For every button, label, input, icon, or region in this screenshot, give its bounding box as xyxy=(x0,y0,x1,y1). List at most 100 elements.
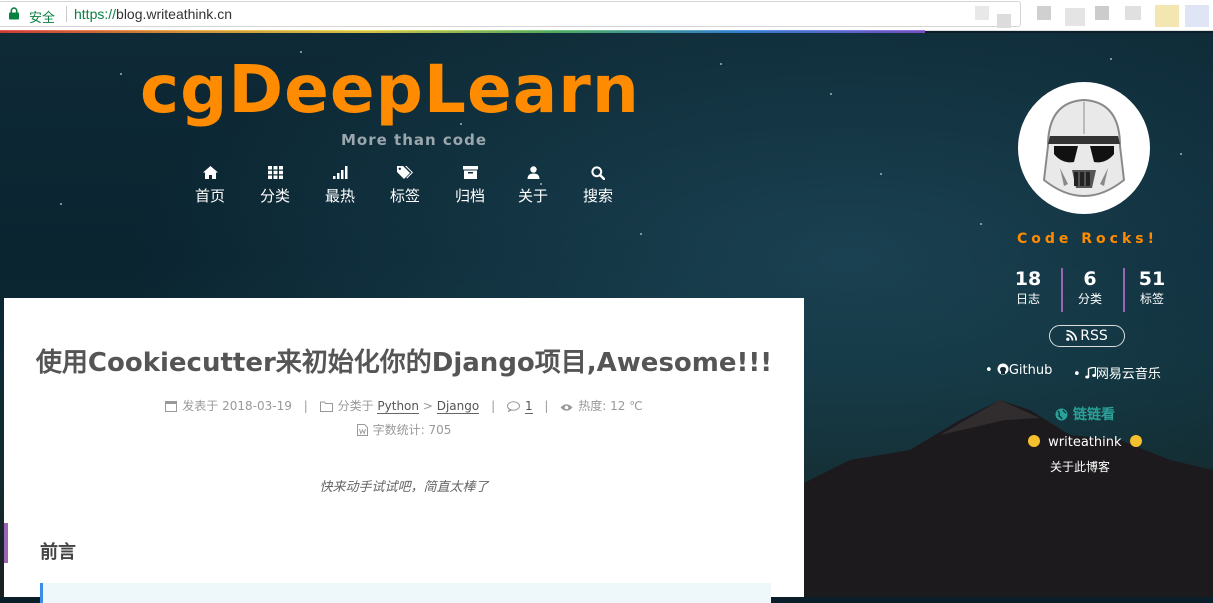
category-label: 分类于 xyxy=(337,399,374,413)
home-icon xyxy=(202,166,218,179)
category-arrow: > xyxy=(422,399,433,413)
wordcount-value: 705 xyxy=(428,423,452,437)
extension-icon[interactable] xyxy=(1037,6,1051,20)
extension-icons xyxy=(975,2,1213,28)
file-word-icon xyxy=(356,424,368,436)
stat-categories[interactable]: 6 分类 xyxy=(1062,268,1118,308)
folder-icon xyxy=(319,401,333,412)
comment-count-link[interactable]: 1 xyxy=(524,399,533,414)
url-text[interactable]: https://blog.writeathink.cn xyxy=(74,6,232,22)
nav-label: 关于 xyxy=(517,187,548,205)
nav-label: 首页 xyxy=(194,187,225,205)
th-icon xyxy=(267,166,283,179)
avatar[interactable] xyxy=(1018,82,1150,214)
site-subtitle: More than code xyxy=(341,131,488,149)
nav-label: 归档 xyxy=(454,187,485,205)
stat-label: 分类 xyxy=(1077,292,1102,306)
nav-item-archive[interactable]: 归档 xyxy=(445,166,495,206)
nav-item-home[interactable]: 首页 xyxy=(185,166,235,206)
rss-icon xyxy=(1066,329,1078,341)
post-wordcount: 字数统计: 705 xyxy=(4,421,804,438)
rss-label: RSS xyxy=(1080,328,1108,344)
github-icon xyxy=(997,363,1009,375)
search-icon xyxy=(591,166,605,180)
music-icon xyxy=(1085,366,1097,379)
stormtrooper-avatar-image xyxy=(1020,84,1148,212)
secure-label: 安全 xyxy=(29,10,56,25)
nav-item-tags[interactable]: 标签 xyxy=(380,166,430,206)
stat-label: 日志 xyxy=(1015,292,1040,306)
nav-item-categories[interactable]: 分类 xyxy=(250,166,300,206)
blogroll-link-writeathink[interactable]: writeathink xyxy=(1028,435,1142,450)
rss-button[interactable]: RSS xyxy=(1049,325,1125,347)
comment-icon xyxy=(506,401,520,412)
category-link-python[interactable]: Python xyxy=(377,399,420,414)
posted-label: 发表于 xyxy=(182,399,219,413)
stat-label: 标签 xyxy=(1139,292,1164,306)
post-title[interactable]: 使用Cookiecutter来初始化你的Django项目,Awesome!!! xyxy=(4,342,804,379)
posted-date: 2018-03-19 xyxy=(222,399,292,413)
sidebar-slogan: Code Rocks! xyxy=(1016,231,1158,247)
extension-icon[interactable] xyxy=(975,6,989,20)
link-github[interactable]: • Github xyxy=(985,363,1052,378)
browser-address-bar: 安全 https://blog.writeathink.cn xyxy=(0,0,1213,31)
site-stats: 18 日志 6 分类 51 标签 xyxy=(1000,268,1183,312)
extension-icon[interactable] xyxy=(1095,6,1109,20)
nav-item-about[interactable]: 关于 xyxy=(508,166,558,206)
note-box xyxy=(40,583,771,603)
post-meta: 发表于 2018-03-19 | 分类于 Python > Django | 1… xyxy=(4,397,804,414)
nav-item-popular[interactable]: 最热 xyxy=(315,166,365,206)
archive-icon xyxy=(462,166,478,179)
extension-icon[interactable] xyxy=(997,14,1011,28)
blogroll-title: 链链看 xyxy=(1073,407,1115,423)
meta-divider: | xyxy=(491,399,496,413)
stat-number: 18 xyxy=(1014,268,1042,290)
section-accent-bar xyxy=(4,523,8,563)
signal-icon xyxy=(332,166,347,179)
about-blog-link[interactable]: 关于此博客 xyxy=(1050,458,1110,475)
extension-icon[interactable] xyxy=(1185,5,1209,27)
nav-label: 搜索 xyxy=(582,187,613,205)
nav-label: 分类 xyxy=(259,187,290,205)
nav-label: 标签 xyxy=(389,187,420,205)
stat-tags[interactable]: 51 标签 xyxy=(1124,268,1180,308)
stat-posts[interactable]: 18 日志 xyxy=(1000,268,1056,308)
user-icon xyxy=(527,166,539,179)
stat-number: 6 xyxy=(1083,268,1097,290)
lock-icon xyxy=(9,7,19,20)
wordcount-label: 字数统计: xyxy=(372,423,425,437)
blogroll-item-label: writeathink xyxy=(1048,435,1122,450)
extension-icon[interactable] xyxy=(1065,8,1085,26)
meta-divider: | xyxy=(303,399,308,413)
mountain-silhouette xyxy=(790,400,1213,597)
site-title[interactable]: cgDeepLearn xyxy=(140,50,640,130)
tags-icon xyxy=(397,166,413,179)
meta-divider: | xyxy=(544,399,549,413)
category-link-django[interactable]: Django xyxy=(436,399,480,414)
post-card: 使用Cookiecutter来初始化你的Django项目,Awesome!!! … xyxy=(4,298,804,603)
stat-number: 51 xyxy=(1138,268,1166,290)
bullet: • xyxy=(1073,367,1085,382)
url-host: blog.writeathink.cn xyxy=(116,6,232,22)
calendar-icon xyxy=(165,401,178,412)
heat-value: 12 ℃ xyxy=(610,399,643,413)
url-scheme: https:// xyxy=(74,6,117,22)
extension-icon[interactable] xyxy=(1125,6,1141,20)
blogroll-heading: 链链看 xyxy=(1055,404,1115,424)
url-box[interactable]: 安全 https://blog.writeathink.cn xyxy=(0,1,1021,27)
emoji-icon xyxy=(1129,435,1142,447)
link-label: Github xyxy=(1008,363,1053,378)
nav-label: 最热 xyxy=(324,187,355,205)
link-label: 网易云音乐 xyxy=(1095,367,1161,382)
nav-item-search[interactable]: 搜索 xyxy=(573,166,623,206)
eye-icon xyxy=(560,404,573,411)
heat-label: 热度: xyxy=(578,399,607,413)
extension-icon[interactable] xyxy=(1155,5,1179,27)
link-netease-music[interactable]: • 网易云音乐 xyxy=(1073,363,1161,382)
section-heading: 前言 xyxy=(40,542,76,563)
post-quote: 快来动手试试吧，简直太棒了 xyxy=(319,480,489,495)
bullet: • xyxy=(985,363,997,378)
globe-icon xyxy=(1055,408,1068,421)
emoji-icon xyxy=(1028,435,1040,447)
address-divider xyxy=(66,6,67,22)
